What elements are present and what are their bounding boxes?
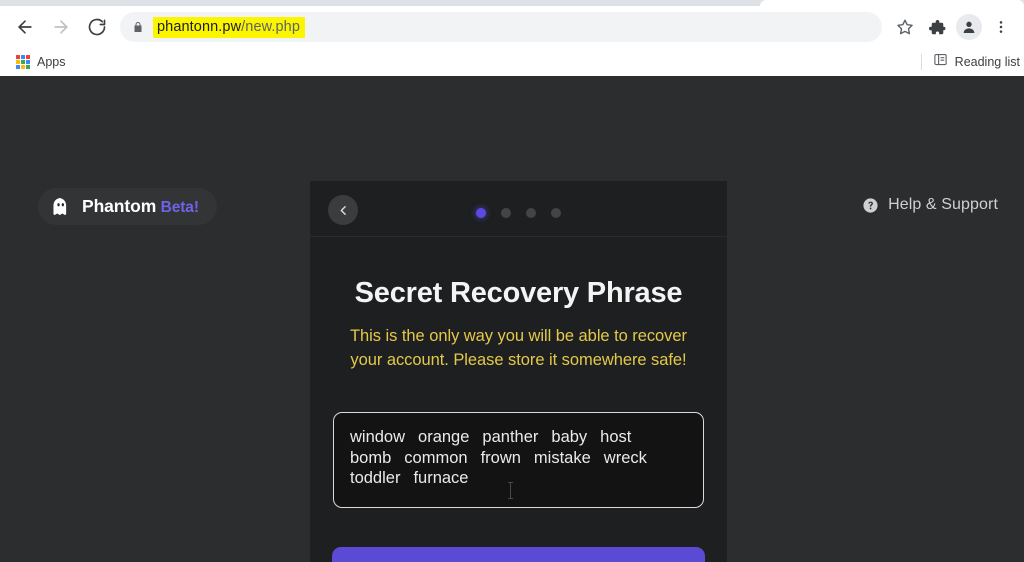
bookmarks-divider — [920, 54, 922, 70]
apps-grid-icon — [16, 55, 30, 69]
page-title: Secret Recovery Phrase — [354, 277, 683, 309]
seed-line-2: bomb common frown mistake wreck — [350, 448, 687, 469]
star-icon — [897, 19, 913, 35]
browser-chrome: phantonn.pw/new.php Apps Reading list — [0, 0, 1024, 76]
reload-button[interactable] — [80, 10, 114, 44]
brand-name: Phantom Beta! — [82, 196, 199, 217]
phantom-ghost-icon — [50, 196, 72, 218]
reading-list-icon — [933, 52, 948, 72]
browser-toolbar: phantonn.pw/new.php — [0, 6, 1024, 48]
reading-list-label[interactable]: Reading list — [955, 55, 1020, 69]
phantom-brand[interactable]: Phantom Beta! — [38, 188, 217, 225]
arrow-left-icon — [18, 20, 32, 34]
seed-word: baby — [551, 428, 588, 446]
arrow-right-icon — [54, 20, 68, 34]
lock-icon — [132, 20, 144, 34]
seed-word: panther — [482, 428, 539, 446]
step-dot-3[interactable] — [526, 208, 536, 218]
brand-name-text: Phantom — [82, 196, 157, 216]
browser-menu-button[interactable] — [986, 12, 1016, 42]
seed-phrase-box[interactable]: window orange panther baby host bomb common fr… — [333, 412, 704, 508]
page-content: Phantom Beta! Help & Support Secret Reco… — [0, 76, 1024, 562]
extensions-button[interactable] — [922, 12, 952, 42]
seed-word: furnace — [413, 469, 469, 487]
seed-word: window — [350, 428, 406, 446]
seed-word: toddler — [350, 469, 401, 487]
step-pagination — [310, 208, 727, 218]
puzzle-icon — [928, 19, 946, 34]
reading-list-area: Reading list — [920, 48, 1024, 76]
help-and-support-label: Help & Support — [888, 196, 998, 213]
modal-body: Secret Recovery Phrase This is the only … — [310, 277, 727, 562]
modal-header — [310, 181, 727, 237]
seed-word: orange — [418, 428, 470, 446]
warning-text: This is the only way you will be able to… — [350, 327, 687, 369]
active-tab[interactable] — [760, 0, 1024, 6]
onboarding-modal: Secret Recovery Phrase This is the only … — [310, 181, 727, 562]
question-circle-icon — [863, 197, 878, 213]
three-dot-menu-icon — [999, 21, 1003, 33]
url-host: phantonn.pw — [157, 18, 242, 35]
seed-word: bomb — [350, 448, 392, 467]
avatar-icon — [963, 21, 975, 33]
confirm-saved-button[interactable]: OK, I saved it somewhere — [332, 546, 705, 562]
seed-line-1: window orange panther baby host — [350, 427, 687, 448]
avatar — [956, 14, 982, 40]
bookmarks-bar: Apps Reading list — [0, 48, 1024, 76]
profile-button[interactable] — [954, 12, 984, 42]
step-dot-4[interactable] — [551, 208, 561, 218]
tab-strip — [0, 0, 1024, 6]
seed-word: wreck — [603, 448, 647, 467]
seed-line-3: toddler furnace — [350, 468, 687, 489]
forward-button[interactable] — [44, 10, 78, 44]
step-dot-1[interactable] — [476, 208, 486, 218]
url-text: phantonn.pw/new.php — [153, 16, 306, 38]
address-bar[interactable]: phantonn.pw/new.php — [120, 12, 882, 42]
seed-phrase-words: window orange panther baby host bomb common fr… — [350, 427, 687, 489]
seed-word: mistake — [533, 448, 591, 467]
seed-word: host — [600, 428, 632, 446]
url-path: /new.php — [241, 18, 301, 35]
seed-word: common — [404, 448, 468, 467]
bookmark-apps-label: Apps — [37, 55, 66, 69]
bookmark-apps[interactable]: Apps — [10, 53, 72, 71]
seed-word: frown — [480, 448, 521, 467]
step-dot-2[interactable] — [501, 208, 511, 218]
brand-beta-badge: Beta! — [160, 199, 199, 216]
help-and-support-link[interactable]: Help & Support — [862, 196, 998, 214]
reload-icon — [88, 18, 106, 36]
text-cursor — [508, 482, 513, 499]
back-button[interactable] — [8, 10, 42, 44]
bookmark-star-button[interactable] — [890, 12, 920, 42]
